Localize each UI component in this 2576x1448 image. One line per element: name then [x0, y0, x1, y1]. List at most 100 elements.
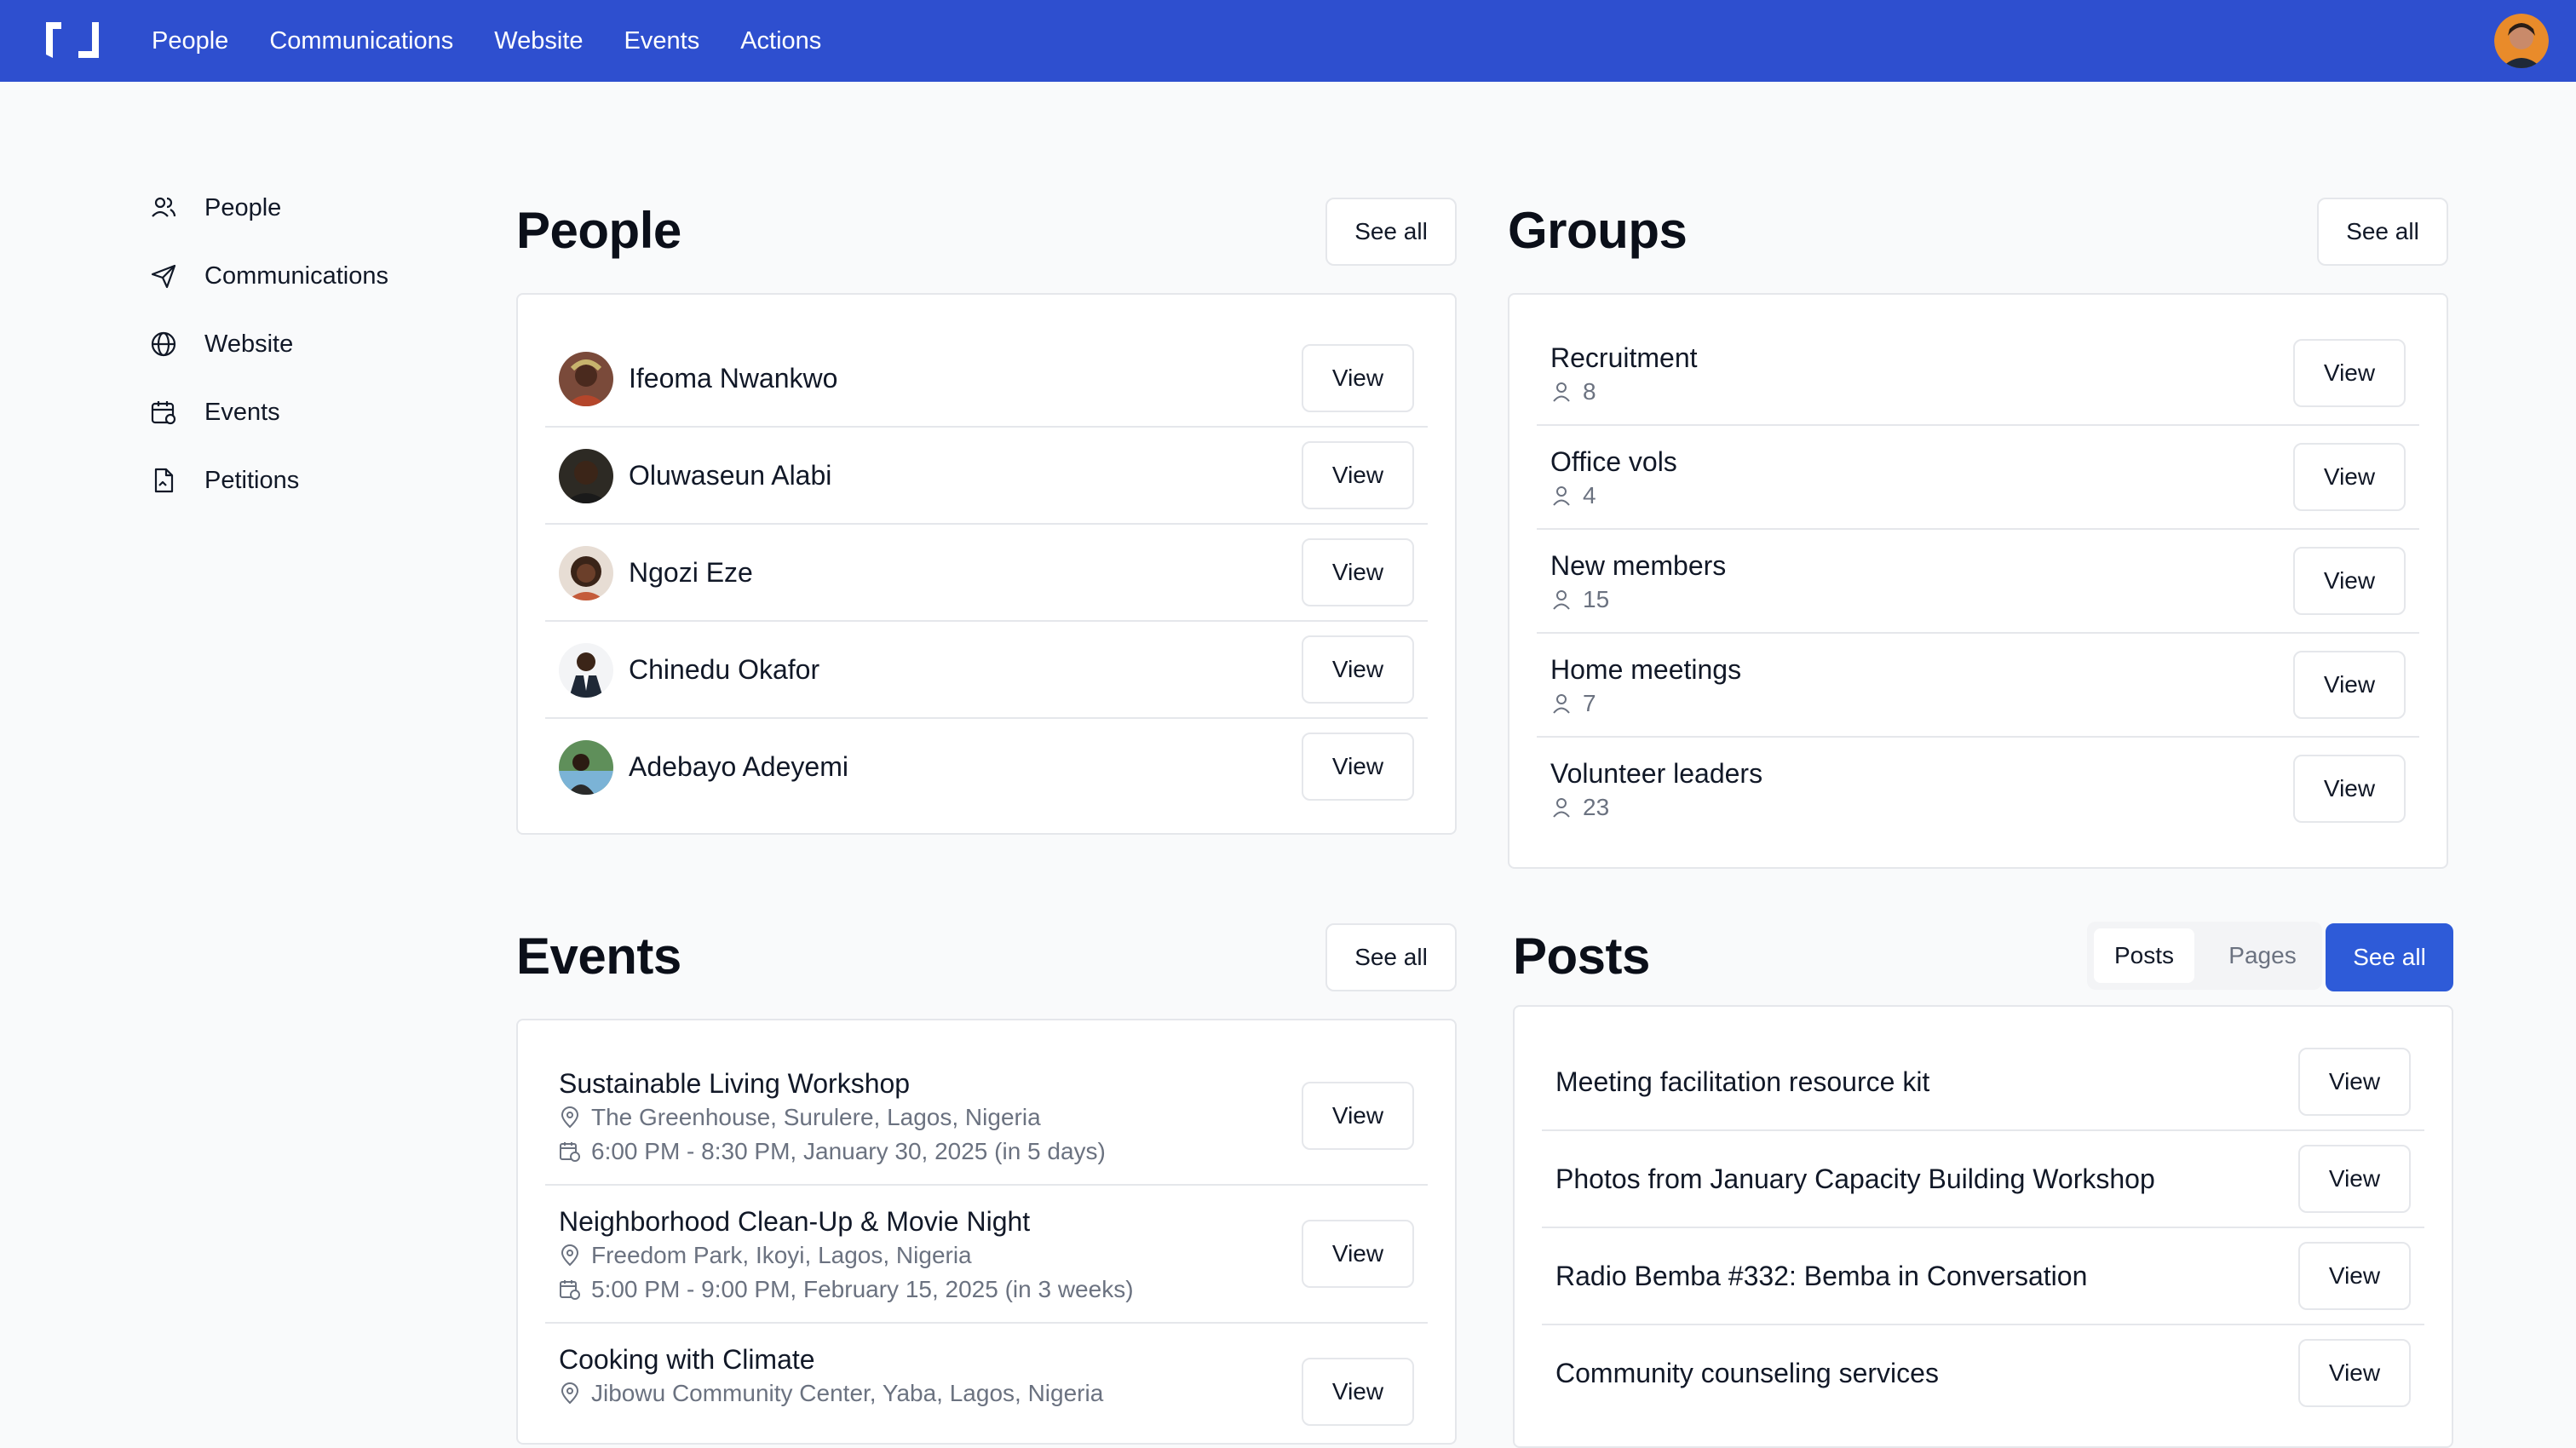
posts-card: Meeting facilitation resource kit View P… — [1513, 1005, 2453, 1448]
list-item: Chinedu Okafor View — [545, 622, 1428, 719]
list-item: Sustainable Living Workshop The Greenhou… — [545, 1048, 1428, 1186]
view-button[interactable]: View — [2298, 1048, 2411, 1116]
post-title[interactable]: Photos from January Capacity Building Wo… — [1555, 1164, 2155, 1195]
person-icon — [1553, 798, 1570, 818]
view-button[interactable]: View — [1302, 733, 1414, 801]
post-title[interactable]: Radio Bemba #332: Bemba in Conversation — [1555, 1261, 2087, 1292]
tab-posts[interactable]: Posts — [2094, 928, 2194, 983]
list-item: Cooking with Climate Jibowu Community Ce… — [545, 1324, 1428, 1443]
person-name[interactable]: Chinedu Okafor — [629, 654, 819, 686]
calendar-icon — [151, 401, 176, 425]
view-button[interactable]: View — [1302, 441, 1414, 509]
event-time: 6:00 PM - 8:30 PM, January 30, 2025 (in … — [559, 1138, 1106, 1165]
map-pin-icon — [561, 1106, 579, 1129]
member-count: 8 — [1550, 378, 1596, 405]
topnav-communications[interactable]: Communications — [269, 27, 453, 55]
person-icon — [1553, 382, 1570, 402]
member-count: 7 — [1550, 690, 1596, 717]
avatar — [559, 352, 613, 406]
sidebar-item-label: People — [204, 193, 282, 221]
view-button[interactable]: View — [2293, 339, 2406, 407]
sidebar-item-label: Events — [204, 398, 280, 426]
list-item: Office vols 4 View — [1537, 426, 2419, 530]
list-item: Neighborhood Clean-Up & Movie Night Free… — [545, 1186, 1428, 1324]
event-name[interactable]: Sustainable Living Workshop — [559, 1068, 910, 1100]
person-name[interactable]: Ifeoma Nwankwo — [629, 363, 837, 394]
view-button[interactable]: View — [1302, 635, 1414, 704]
view-button[interactable]: View — [2298, 1145, 2411, 1213]
sidebar-item-communications[interactable]: Communications — [150, 242, 388, 310]
map-pin-icon — [561, 1244, 579, 1267]
sidebar-item-website[interactable]: Website — [150, 310, 388, 378]
view-button[interactable]: View — [1302, 538, 1414, 606]
event-location: Freedom Park, Ikoyi, Lagos, Nigeria — [559, 1242, 972, 1269]
view-button[interactable]: View — [2298, 1339, 2411, 1407]
people-card: Ifeoma Nwankwo View Oluwaseun Alabi View… — [516, 293, 1457, 835]
list-item: Recruitment 8 View — [1537, 322, 2419, 426]
top-nav: People Communications Website Events Act… — [152, 0, 862, 82]
person-icon — [1553, 590, 1570, 610]
view-button[interactable]: View — [1302, 1358, 1414, 1426]
person-name[interactable]: Ngozi Eze — [629, 557, 753, 589]
post-title[interactable]: Meeting facilitation resource kit — [1555, 1066, 1929, 1098]
event-location: Jibowu Community Center, Yaba, Lagos, Ni… — [559, 1380, 1103, 1407]
member-count: 15 — [1550, 586, 1609, 613]
event-name[interactable]: Cooking with Climate — [559, 1344, 815, 1376]
group-name[interactable]: Recruitment — [1550, 342, 1698, 374]
group-name[interactable]: Office vols — [1550, 446, 1677, 478]
people-see-all-button[interactable]: See all — [1325, 198, 1457, 266]
group-name[interactable]: Home meetings — [1550, 654, 1741, 686]
sidebar-item-label: Petitions — [204, 466, 300, 494]
view-button[interactable]: View — [1302, 1082, 1414, 1150]
person-name[interactable]: Oluwaseun Alabi — [629, 460, 831, 491]
sidebar-item-people[interactable]: People — [150, 174, 388, 242]
member-count: 4 — [1550, 482, 1596, 509]
view-button[interactable]: View — [2293, 651, 2406, 719]
events-section-title: Events — [516, 928, 681, 985]
posts-pages-tabs: Posts Pages — [2087, 922, 2322, 990]
list-item: Home meetings 7 View — [1537, 634, 2419, 738]
topnav-people[interactable]: People — [152, 27, 228, 55]
view-button[interactable]: View — [2293, 443, 2406, 511]
post-title[interactable]: Community counseling services — [1555, 1358, 1939, 1389]
avatar — [559, 740, 613, 795]
groups-card: Recruitment 8 View Office vols 4 View Ne… — [1508, 293, 2448, 869]
member-count: 23 — [1550, 794, 1609, 821]
topnav-website[interactable]: Website — [494, 27, 583, 55]
list-item: Photos from January Capacity Building Wo… — [1542, 1131, 2424, 1228]
person-name[interactable]: Adebayo Adeyemi — [629, 751, 848, 783]
tab-pages[interactable]: Pages — [2211, 928, 2314, 983]
group-name[interactable]: Volunteer leaders — [1550, 758, 1762, 790]
map-pin-icon — [561, 1382, 579, 1405]
list-item: Meeting facilitation resource kit View — [1542, 1034, 2424, 1131]
user-avatar[interactable] — [2494, 14, 2549, 68]
view-button[interactable]: View — [1302, 1220, 1414, 1288]
avatar — [559, 449, 613, 503]
event-name[interactable]: Neighborhood Clean-Up & Movie Night — [559, 1206, 1030, 1238]
sidebar: People Communications Website Events Pet… — [150, 174, 388, 514]
list-item: Volunteer leaders 23 View — [1537, 738, 2419, 842]
sidebar-item-label: Communications — [204, 261, 388, 290]
view-button[interactable]: View — [2298, 1242, 2411, 1310]
topnav-events[interactable]: Events — [624, 27, 700, 55]
events-card: Sustainable Living Workshop The Greenhou… — [516, 1019, 1457, 1445]
person-icon — [1553, 486, 1570, 506]
document-icon — [154, 468, 174, 493]
topnav-actions[interactable]: Actions — [740, 27, 821, 55]
posts-see-all-button[interactable]: See all — [2326, 923, 2453, 991]
paper-plane-icon — [151, 264, 176, 289]
sidebar-item-events[interactable]: Events — [150, 378, 388, 446]
globe-icon — [151, 331, 176, 357]
app-logo-icon[interactable] — [44, 19, 101, 61]
people-section-title: People — [516, 202, 681, 259]
sidebar-item-petitions[interactable]: Petitions — [150, 446, 388, 514]
view-button[interactable]: View — [2293, 547, 2406, 615]
groups-see-all-button[interactable]: See all — [2317, 198, 2448, 266]
view-button[interactable]: View — [1302, 344, 1414, 412]
group-name[interactable]: New members — [1550, 550, 1726, 582]
events-see-all-button[interactable]: See all — [1325, 923, 1457, 991]
list-item: Community counseling services View — [1542, 1325, 2424, 1422]
calendar-clock-icon — [560, 1142, 580, 1162]
view-button[interactable]: View — [2293, 755, 2406, 823]
list-item: New members 15 View — [1537, 530, 2419, 634]
